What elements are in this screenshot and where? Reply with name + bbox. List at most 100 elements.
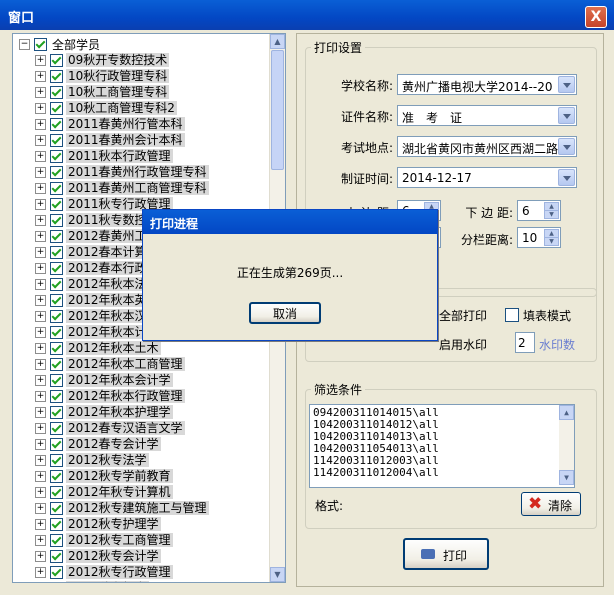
expand-icon[interactable]: + <box>35 214 46 226</box>
tree-item-checkbox[interactable] <box>50 117 63 131</box>
tree-item[interactable]: +2011春黄州会计本科 <box>35 132 185 148</box>
scroll-down-button[interactable]: ▼ <box>270 567 285 582</box>
tree-item[interactable]: +2012秋专学前教育 <box>35 468 173 484</box>
expand-icon[interactable]: + <box>35 150 46 162</box>
chevron-down-icon[interactable] <box>558 138 575 155</box>
expand-icon[interactable]: + <box>35 310 46 322</box>
date-picker[interactable]: 2014-12-17 <box>397 167 577 188</box>
filter-scrollbar[interactable]: ▲ ▼ <box>559 405 574 485</box>
tree-item[interactable]: +2011春黄州行政管理专科 <box>35 164 209 180</box>
expand-icon[interactable]: + <box>35 86 46 98</box>
tree-item-checkbox[interactable] <box>50 341 63 355</box>
place-select[interactable]: 湖北省黄冈市黄州区西湖二路 <box>397 136 577 157</box>
dialog-title-bar[interactable]: 打印进程 <box>143 210 437 234</box>
tree-item[interactable]: +2011秋本行政管理 <box>35 148 173 164</box>
tree-item[interactable]: +2012年秋本工商管理 <box>35 356 185 372</box>
tree-item-checkbox[interactable] <box>50 565 63 579</box>
tree-item-checkbox[interactable] <box>50 277 63 291</box>
tree-item-checkbox[interactable] <box>50 69 63 83</box>
tree-item[interactable]: +2012年秋本土木 <box>35 340 161 356</box>
expand-icon[interactable]: + <box>35 230 46 242</box>
tree-item-checkbox[interactable] <box>50 53 63 67</box>
tree-item-checkbox[interactable] <box>50 405 63 419</box>
tree-item[interactable]: +2011春黄州工商管理专科 <box>35 180 209 196</box>
tree-item-checkbox[interactable] <box>50 517 63 531</box>
expand-icon[interactable]: + <box>35 502 46 514</box>
tree-item-checkbox[interactable] <box>50 133 63 147</box>
tree-item-checkbox[interactable] <box>50 469 63 483</box>
tree-item-checkbox[interactable] <box>50 357 63 371</box>
expand-icon[interactable]: + <box>35 390 46 402</box>
tree-item[interactable]: +2012秋专法学 <box>35 452 149 468</box>
cert-select[interactable]: 准 考 证 <box>397 105 577 126</box>
expand-icon[interactable]: + <box>35 246 46 258</box>
tree-item-checkbox[interactable] <box>50 261 63 275</box>
expand-icon[interactable]: + <box>35 134 46 146</box>
tree-item[interactable]: +2012秋专会计学 <box>35 548 161 564</box>
tree-item[interactable]: +2012年秋本行政管理 <box>35 388 185 404</box>
expand-icon[interactable]: + <box>35 454 46 466</box>
tree-item-checkbox[interactable] <box>50 181 63 195</box>
tree-item-checkbox[interactable] <box>50 293 63 307</box>
tree-item-checkbox[interactable] <box>50 325 63 339</box>
tree-item-checkbox[interactable] <box>50 373 63 387</box>
expand-icon[interactable]: + <box>35 166 46 178</box>
chevron-down-icon[interactable] <box>558 169 575 186</box>
tree-item[interactable]: +10秋行政管理专科 <box>35 68 170 84</box>
expand-icon[interactable]: + <box>35 342 46 354</box>
expand-icon[interactable]: + <box>35 374 46 386</box>
expand-icon[interactable]: + <box>35 406 46 418</box>
expand-icon[interactable]: + <box>35 182 46 194</box>
tree-item[interactable]: +2012春专会计学 <box>35 436 161 452</box>
title-bar[interactable]: 窗口 X <box>0 0 614 30</box>
tree-item-checkbox[interactable] <box>50 485 63 499</box>
expand-icon[interactable]: + <box>35 566 46 578</box>
tree-item[interactable]: +2012秋专护理学 <box>35 516 161 532</box>
fill-form-checkbox[interactable] <box>505 308 519 322</box>
expand-icon[interactable]: + <box>35 294 46 306</box>
expand-icon[interactable]: + <box>35 534 46 546</box>
tree-item-checkbox[interactable] <box>50 453 63 467</box>
tree-item[interactable]: +2012秋专机电 <box>35 580 149 584</box>
tree-root-checkbox[interactable] <box>34 37 47 51</box>
clear-button[interactable]: ✖ 清除 <box>521 492 581 516</box>
tree-item-checkbox[interactable] <box>50 549 63 563</box>
spin-down-icon[interactable]: ▼ <box>544 210 559 219</box>
school-select[interactable]: 黄州广播电视大学2014--2015 <box>397 74 577 95</box>
scroll-thumb[interactable] <box>271 50 284 170</box>
tree-item-checkbox[interactable] <box>50 165 63 179</box>
expand-icon[interactable]: + <box>35 518 46 530</box>
collapse-icon[interactable]: − <box>19 38 30 50</box>
tree-item-checkbox[interactable] <box>50 581 63 582</box>
expand-icon[interactable]: + <box>35 198 46 210</box>
expand-icon[interactable]: + <box>35 583 46 584</box>
tree-item[interactable]: +2012秋专工商管理 <box>35 532 173 548</box>
tree-item-checkbox[interactable] <box>50 101 63 115</box>
tree-item[interactable]: +10秋工商管理专科 <box>35 84 170 100</box>
tree-item-checkbox[interactable] <box>50 213 63 227</box>
tree-item[interactable]: +2012年秋本会计学 <box>35 372 173 388</box>
chevron-down-icon[interactable] <box>558 107 575 124</box>
chevron-down-icon[interactable] <box>558 76 575 93</box>
close-button[interactable]: X <box>585 6 607 28</box>
expand-icon[interactable]: + <box>35 54 46 66</box>
expand-icon[interactable]: + <box>35 486 46 498</box>
watermark-stepper[interactable]: 2 <box>515 332 535 353</box>
tree-item[interactable]: +2012年秋专计算机 <box>35 484 173 500</box>
tree-item[interactable]: +2012春专汉语言文学 <box>35 420 185 436</box>
tree-item[interactable]: +2012年秋本护理学 <box>35 404 173 420</box>
tree-item-checkbox[interactable] <box>50 533 63 547</box>
tree-item-checkbox[interactable] <box>50 229 63 243</box>
tree-item-checkbox[interactable] <box>50 501 63 515</box>
tree-item[interactable]: +2012秋专建筑施工与管理 <box>35 500 209 516</box>
filter-textbox[interactable]: 094200311014015\all 104200311014012\all 10… <box>309 404 575 488</box>
print-button[interactable]: 打印 <box>403 538 489 570</box>
tree-item-checkbox[interactable] <box>50 245 63 259</box>
expand-icon[interactable]: + <box>35 326 46 338</box>
column-gap-stepper[interactable]: 10 ▲ ▼ <box>517 227 561 248</box>
tree-item-checkbox[interactable] <box>50 309 63 323</box>
tree-root[interactable]: − 全部学员 <box>19 36 100 52</box>
tree-item-checkbox[interactable] <box>50 421 63 435</box>
expand-icon[interactable]: + <box>35 550 46 562</box>
expand-icon[interactable]: + <box>35 358 46 370</box>
